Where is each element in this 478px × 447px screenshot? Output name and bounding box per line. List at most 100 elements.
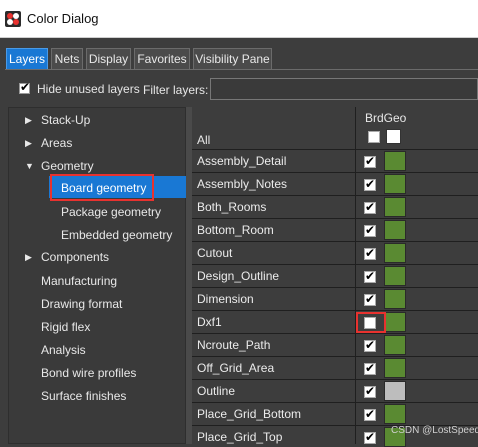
layer-color-swatch[interactable] bbox=[384, 312, 406, 332]
tab-layers[interactable]: Layers bbox=[6, 48, 48, 69]
expand-arrow-icon[interactable]: ▶ bbox=[25, 133, 32, 153]
all-layers-label: All bbox=[197, 133, 211, 147]
layer-visible-checkbox[interactable]: ✔ bbox=[364, 361, 376, 375]
layer-name: Assembly_Notes bbox=[197, 177, 288, 191]
tree-item-stack-up[interactable]: ▶ Stack-Up bbox=[8, 110, 186, 130]
check-icon: ✔ bbox=[365, 384, 376, 398]
layer-row[interactable]: Assembly_Notes ✔ bbox=[192, 172, 478, 194]
tree-item-label: Areas bbox=[41, 136, 73, 150]
tree-item-geometry[interactable]: ▼ Geometry bbox=[8, 156, 186, 176]
tree-item-label: Stack-Up bbox=[41, 113, 91, 127]
layer-color-swatch[interactable] bbox=[384, 243, 406, 263]
tab-visibility-pane[interactable]: Visibility Pane bbox=[193, 48, 272, 69]
layer-color-swatch[interactable] bbox=[384, 197, 406, 217]
tree-item-embedded-geometry[interactable]: Embedded geometry bbox=[8, 225, 186, 245]
check-icon: ✔ bbox=[365, 177, 376, 191]
highlight-box-board-geometry bbox=[50, 174, 154, 201]
tree-item-bond-wire-profiles[interactable]: Bond wire profiles bbox=[8, 363, 186, 383]
layer-row[interactable]: Cutout ✔ bbox=[192, 241, 478, 263]
check-icon: ✔ bbox=[365, 154, 376, 168]
layer-name: Assembly_Detail bbox=[197, 154, 287, 168]
layer-color-swatch[interactable] bbox=[384, 151, 406, 171]
all-visible-checkbox[interactable] bbox=[368, 131, 380, 143]
expand-arrow-icon[interactable]: ▶ bbox=[25, 247, 32, 267]
column-header-brdgeo: BrdGeo bbox=[365, 111, 407, 125]
check-icon: ✔ bbox=[365, 430, 376, 444]
tree-item-components[interactable]: ▶ Components bbox=[8, 247, 186, 267]
tree-item-rigid-flex[interactable]: Rigid flex bbox=[8, 317, 186, 337]
tree-item-label: Rigid flex bbox=[41, 320, 91, 334]
layer-name: Both_Rooms bbox=[197, 200, 267, 214]
check-icon: ✔ bbox=[365, 292, 376, 306]
tree-item-label: Package geometry bbox=[61, 205, 162, 219]
expand-arrow-icon[interactable]: ▶ bbox=[25, 110, 32, 130]
tree-item-areas[interactable]: ▶ Areas bbox=[8, 133, 186, 153]
layer-name: Place_Grid_Top bbox=[197, 430, 283, 444]
tree-item-package-geometry[interactable]: Package geometry bbox=[8, 202, 186, 222]
tree-item-analysis[interactable]: Analysis bbox=[8, 340, 186, 360]
window-title: Color Dialog bbox=[27, 11, 99, 26]
layer-color-swatch[interactable] bbox=[384, 358, 406, 378]
layer-name: Off_Grid_Area bbox=[197, 361, 275, 375]
hide-unused-checkbox[interactable]: ✔ bbox=[19, 80, 31, 94]
layer-visible-checkbox[interactable]: ✔ bbox=[364, 292, 376, 306]
tab-favorites[interactable]: Favorites bbox=[134, 48, 190, 69]
layer-visible-checkbox[interactable]: ✔ bbox=[364, 384, 376, 398]
layer-visible-checkbox[interactable]: ✔ bbox=[364, 407, 376, 421]
tree-item-label: Embedded geometry bbox=[61, 228, 173, 242]
tree-item-surface-finishes[interactable]: Surface finishes bbox=[8, 386, 186, 406]
filter-layers-input[interactable] bbox=[210, 78, 478, 100]
layer-row[interactable]: Bottom_Room ✔ bbox=[192, 218, 478, 240]
tree-item-label: Manufacturing bbox=[41, 274, 118, 288]
layer-row[interactable]: Outline ✔ bbox=[192, 379, 478, 401]
layer-visible-checkbox[interactable]: ✔ bbox=[364, 338, 376, 352]
layer-name: Dxf1 bbox=[197, 315, 222, 329]
tree-item-drawing-format[interactable]: Drawing format bbox=[8, 294, 186, 314]
watermark-text: CSDN @LostSpeed bbox=[391, 425, 478, 436]
layer-color-swatch[interactable] bbox=[384, 289, 406, 309]
layer-name: Dimension bbox=[197, 292, 254, 306]
layer-row[interactable]: Off_Grid_Area ✔ bbox=[192, 356, 478, 378]
tree-item-manufacturing[interactable]: Manufacturing bbox=[8, 271, 186, 291]
layer-row[interactable]: Both_Rooms ✔ bbox=[192, 195, 478, 217]
layer-visible-checkbox[interactable]: ✔ bbox=[364, 246, 376, 260]
tab-nets[interactable]: Nets bbox=[51, 48, 83, 69]
check-icon: ✔ bbox=[365, 269, 376, 283]
layer-row[interactable]: Design_Outline ✔ bbox=[192, 264, 478, 286]
tree-item-label: Bond wire profiles bbox=[41, 366, 137, 380]
filter-label: Filter layers: bbox=[143, 83, 209, 97]
layer-name: Design_Outline bbox=[197, 269, 280, 283]
layer-visible-checkbox[interactable]: ✔ bbox=[364, 200, 376, 214]
layer-visible-checkbox[interactable]: ✔ bbox=[364, 154, 376, 168]
highlight-box-dxf1 bbox=[356, 312, 386, 333]
layer-color-swatch[interactable] bbox=[384, 404, 406, 424]
check-icon: ✔ bbox=[365, 223, 376, 237]
layer-visible-checkbox[interactable]: ✔ bbox=[364, 430, 376, 444]
tab-display[interactable]: Display bbox=[86, 48, 131, 69]
layer-row[interactable]: Ncroute_Path ✔ bbox=[192, 333, 478, 355]
layer-color-swatch[interactable] bbox=[384, 266, 406, 286]
check-icon: ✔ bbox=[365, 200, 376, 214]
tree-item-label: Surface finishes bbox=[41, 389, 127, 403]
color-dialog-icon bbox=[5, 11, 21, 27]
layer-row[interactable]: Dxf1 bbox=[192, 310, 478, 332]
layer-row[interactable]: Assembly_Detail ✔ bbox=[192, 149, 478, 171]
layer-color-swatch[interactable] bbox=[384, 174, 406, 194]
layer-visible-checkbox[interactable]: ✔ bbox=[364, 269, 376, 283]
check-icon: ✔ bbox=[365, 338, 376, 352]
layer-visible-checkbox[interactable]: ✔ bbox=[364, 177, 376, 191]
layer-name: Ncroute_Path bbox=[197, 338, 271, 352]
collapse-arrow-icon[interactable]: ▼ bbox=[25, 156, 34, 176]
hide-unused-label: Hide unused layers bbox=[37, 82, 140, 96]
layer-visible-checkbox[interactable]: ✔ bbox=[364, 223, 376, 237]
layer-row[interactable]: Dimension ✔ bbox=[192, 287, 478, 309]
layer-color-swatch[interactable] bbox=[384, 220, 406, 240]
all-color-swatch[interactable] bbox=[386, 129, 401, 144]
layer-color-swatch[interactable] bbox=[384, 335, 406, 355]
layer-row[interactable]: Place_Grid_Bottom ✔ bbox=[192, 402, 478, 424]
layer-name: Outline bbox=[197, 384, 236, 398]
title-bar: Color Dialog bbox=[0, 0, 478, 38]
layer-color-swatch[interactable] bbox=[384, 381, 406, 401]
layer-name: Bottom_Room bbox=[197, 223, 274, 237]
check-icon: ✔ bbox=[20, 80, 31, 94]
